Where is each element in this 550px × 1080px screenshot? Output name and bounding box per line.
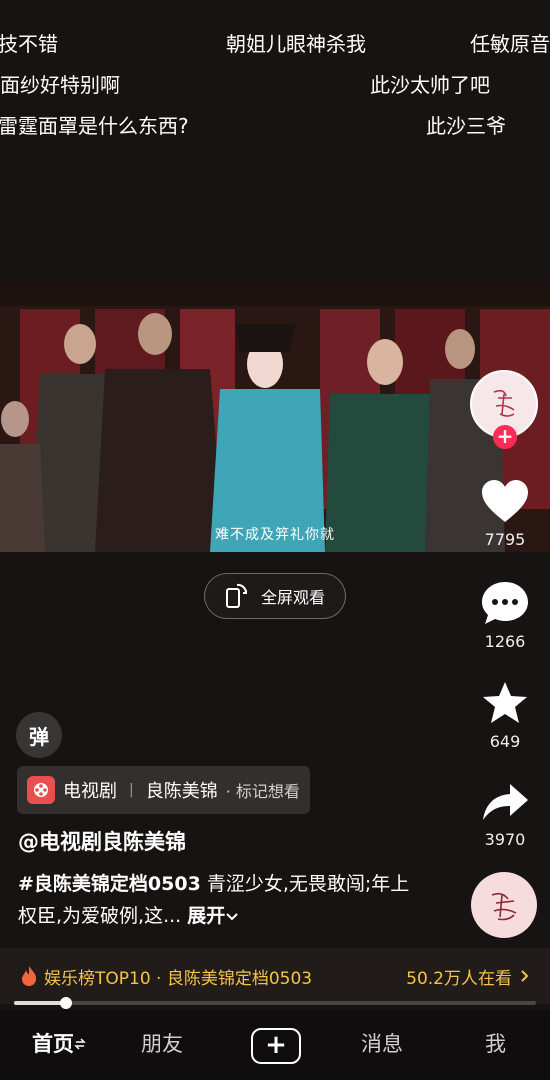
- nav-home[interactable]: 首页: [32, 1028, 86, 1058]
- tag-category: 电视剧: [63, 781, 117, 802]
- tag-title: 良陈美锦: [145, 781, 218, 802]
- comment-action[interactable]: 1266: [470, 580, 540, 651]
- follow-button[interactable]: +: [493, 425, 517, 449]
- create-post-button[interactable]: +: [251, 1028, 301, 1064]
- hashtag-link[interactable]: #良陈美锦定档0503: [18, 873, 201, 895]
- flame-icon: [22, 966, 37, 986]
- video-frame-illustration: [0, 284, 550, 552]
- danmaku-layer: 技不错 朝姐儿眼神杀我 任敏原音 面纱好特别啊 此沙太帅了吧 雷霆面罩是什么东西…: [0, 0, 550, 150]
- danmaku-comment: 朝姐儿眼神杀我: [226, 32, 366, 56]
- comment-icon: [482, 582, 528, 624]
- progress-fill: [14, 1001, 67, 1005]
- chevron-down-icon: [226, 913, 238, 921]
- hot-list-bar[interactable]: 娱乐榜TOP10 · 良陈美锦定档0503 50.2万人在看: [0, 948, 550, 1004]
- video-progress-bar[interactable]: [14, 997, 536, 1009]
- danmaku-comment: 此沙太帅了吧: [370, 73, 490, 97]
- fullscreen-button[interactable]: 全屏观看: [204, 573, 346, 619]
- video-player[interactable]: [0, 284, 550, 552]
- chevron-right-icon: [521, 970, 529, 982]
- viewer-count: 50.2万人在看: [406, 968, 512, 989]
- danmaku-comment: 雷霆面罩是什么东西?: [0, 114, 189, 138]
- nav-home-label: 首页: [32, 1032, 74, 1056]
- danmaku-comment: 任敏原音: [470, 32, 550, 56]
- danmaku-toggle-button[interactable]: 弹: [16, 712, 62, 758]
- expand-button[interactable]: 展开: [187, 905, 239, 927]
- danmaku-comment: 面纱好特别啊: [0, 73, 120, 97]
- favorite-action[interactable]: 649: [470, 680, 540, 751]
- author-name[interactable]: @电视剧良陈美锦: [18, 826, 186, 856]
- fullscreen-label: 全屏观看: [260, 588, 325, 607]
- share-action[interactable]: 3970: [470, 780, 540, 849]
- nav-friends[interactable]: 朋友: [141, 1028, 183, 1058]
- expand-label: 展开: [187, 905, 226, 927]
- calligraphy-disc-icon: [491, 892, 517, 921]
- like-count: 7795: [484, 530, 526, 549]
- favorite-count: 649: [489, 732, 521, 751]
- swap-arrows-icon: [74, 1038, 86, 1050]
- music-disc[interactable]: [471, 872, 537, 938]
- calligraphy-logo-icon: [493, 389, 515, 417]
- bottom-navigation: 首页 朋友 + 消息 我: [0, 1010, 550, 1080]
- hot-list-label: 娱乐榜TOP10 · 良陈美锦定档0503: [44, 968, 313, 989]
- danmaku-comment: 此沙三爷: [426, 114, 506, 138]
- share-icon: [483, 784, 528, 820]
- drama-tag-bar[interactable]: 电视剧 | 良陈美锦 · 标记想看: [17, 766, 310, 814]
- heart-icon: [482, 480, 528, 522]
- comment-count: 1266: [484, 632, 526, 651]
- video-subtitle: 难不成及笄礼你就: [215, 527, 335, 543]
- nav-messages[interactable]: 消息: [361, 1028, 403, 1058]
- film-reel-icon: [27, 776, 55, 804]
- progress-handle[interactable]: [60, 997, 73, 1009]
- tag-divider: |: [129, 782, 134, 798]
- star-icon: [483, 682, 527, 723]
- nav-me[interactable]: 我: [485, 1028, 506, 1058]
- rotate-screen-icon: [225, 583, 247, 608]
- like-action[interactable]: 7795: [470, 478, 540, 549]
- mark-want-to-watch[interactable]: · 标记想看: [226, 778, 300, 802]
- post-description: #良陈美锦定档0503 青涩少女,无畏敢闯;年上权臣,为爱破例,这... 展开: [18, 868, 418, 932]
- danmaku-comment: 技不错: [0, 32, 58, 56]
- share-count: 3970: [484, 830, 526, 849]
